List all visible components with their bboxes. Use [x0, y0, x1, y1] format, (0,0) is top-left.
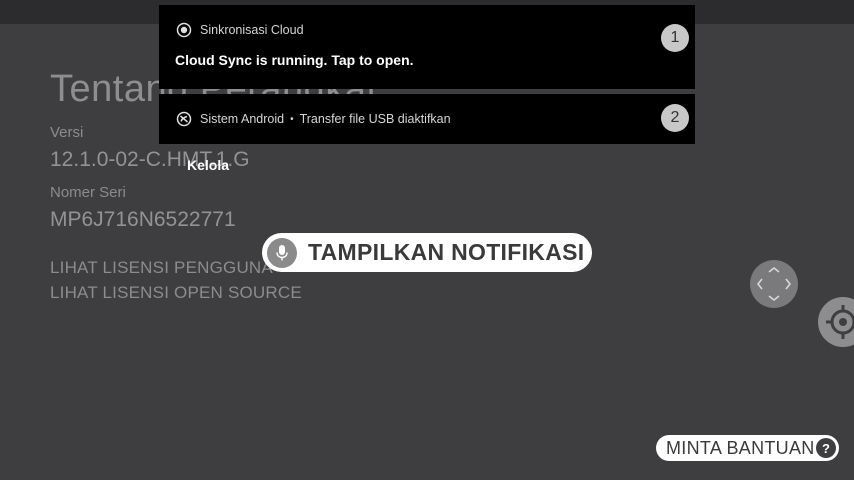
notification-body: Cloud Sync is running. Tap to open. [175, 52, 414, 68]
crosshair-button[interactable] [818, 297, 854, 347]
dpad-control[interactable] [750, 260, 798, 308]
cloud-sync-icon [175, 21, 193, 39]
manage-notifications-button[interactable]: Kelola [187, 157, 229, 173]
notification-app-name: Sistem Android [200, 112, 285, 126]
version-label: Versi [50, 124, 84, 141]
notification-header: Sinkronisasi Cloud [175, 21, 304, 39]
notification-app-name: Sinkronisasi Cloud [200, 23, 304, 37]
notification-cloud-sync[interactable]: Sinkronisasi Cloud Cloud Sync is running… [159, 5, 695, 89]
dpad-arrows-icon [756, 266, 792, 302]
notification-usb-transfer[interactable]: Sistem Android • Transfer file USB diakt… [159, 94, 695, 144]
voice-command-label: TAMPILKAN NOTIFIKASI [308, 239, 585, 265]
get-help-label: MINTA BANTUAN [666, 437, 815, 458]
get-help-button[interactable]: MINTA BANTUAN ? [656, 435, 839, 461]
question-mark-icon: ? [816, 438, 836, 458]
crosshair-icon [826, 305, 854, 339]
notification-number-badge: 1 [661, 24, 689, 52]
mic-icon [267, 237, 297, 268]
notification-header: Sistem Android • Transfer file USB diakt… [175, 110, 451, 128]
voice-command-pill[interactable]: TAMPILKAN NOTIFIKASI [262, 233, 592, 272]
android-system-icon [175, 110, 193, 128]
notification-number-badge: 2 [661, 104, 689, 132]
view-user-license-button[interactable]: LIHAT LISENSI PENGGUNA [50, 258, 273, 278]
serial-value: MP6J716N6522771 [50, 208, 236, 231]
serial-label: Nomer Seri [50, 184, 126, 201]
view-open-source-license-button[interactable]: LIHAT LISENSI OPEN SOURCE [50, 283, 302, 303]
notification-separator: • [290, 113, 294, 125]
notification-body: Transfer file USB diaktifkan [299, 112, 451, 126]
